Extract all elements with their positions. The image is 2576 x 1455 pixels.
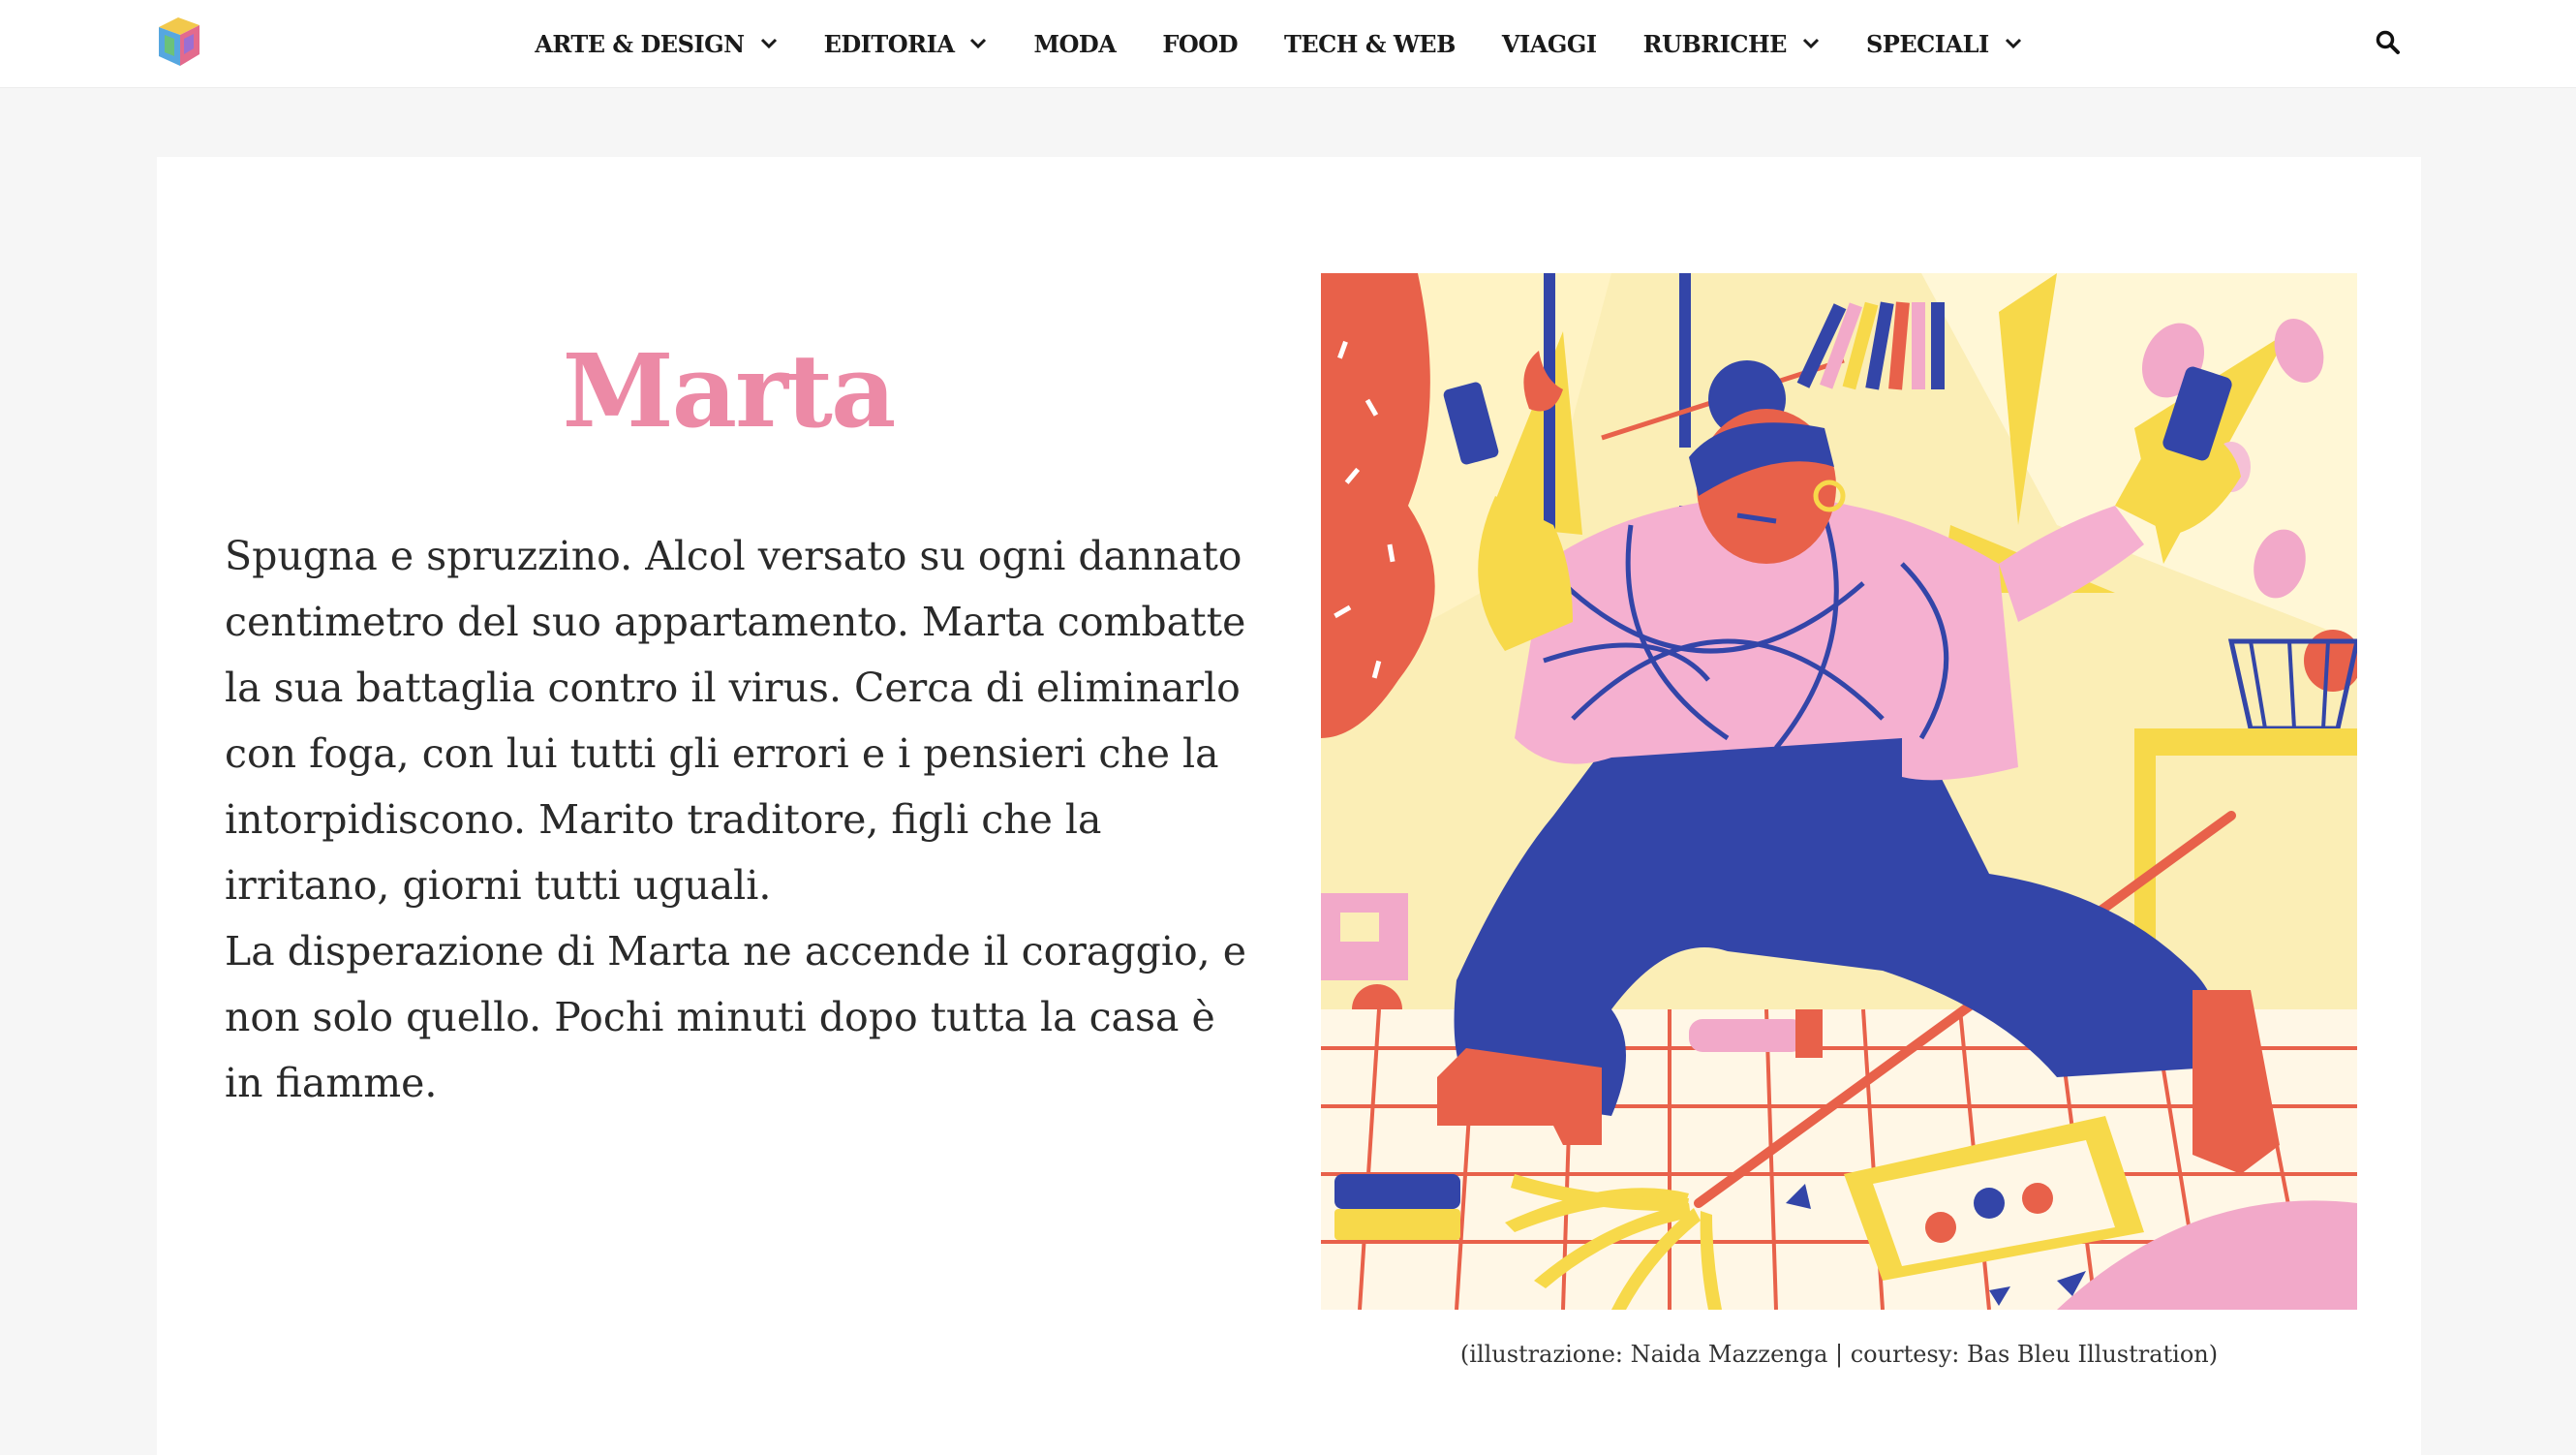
chevron-down-icon [1802,38,1820,49]
nav-label: MODA [1033,29,1117,58]
nav-label: EDITORIA [823,29,955,58]
nav-item-tech-web[interactable]: TECH & WEB [1284,30,1456,58]
story-title: Marta [562,331,897,450]
top-navigation-bar: ARTE & DESIGN EDITORIA MODA FOOD TECH & … [0,0,2576,87]
story-paragraph: La disperazione di Marta ne accende il c… [225,928,1246,1106]
nav-label: SPECIALI [1865,29,1989,58]
chevron-down-icon [760,38,777,49]
nav-label: ARTE & DESIGN [535,29,745,58]
nav-item-editoria[interactable]: EDITORIA [824,30,988,58]
nav-item-moda[interactable]: MODA [1033,30,1116,58]
nav-label: TECH & WEB [1284,29,1456,58]
nav-item-arte-design[interactable]: ARTE & DESIGN [535,30,777,58]
chevron-down-icon [2005,38,2021,49]
illustration-caption: (illustrazione: Naida Mazzenga | courtes… [1459,1341,2219,1368]
nav-item-speciali[interactable]: SPECIALI [1866,30,2022,58]
nav-item-viaggi[interactable]: VIAGGI [1502,30,1597,58]
chevron-down-icon [970,38,987,49]
nav-item-food[interactable]: FOOD [1162,30,1238,58]
nav-label: FOOD [1162,29,1239,58]
nav-item-rubriche[interactable]: RUBRICHE [1643,30,1820,58]
main-nav: ARTE & DESIGN EDITORIA MODA FOOD TECH & … [0,0,2566,87]
search-icon[interactable] [2375,29,2402,56]
story-card: Marta Spugna e spruzzino. Alcol versato … [157,157,2421,1455]
story-body: Spugna e spruzzino. Alcol versato su ogn… [225,523,1261,1116]
story-illustration [1321,273,2357,1310]
story-paragraph: Spugna e spruzzino. Alcol versato su ogn… [225,533,1246,909]
nav-label: RUBRICHE [1642,29,1788,58]
nav-label: VIAGGI [1501,29,1597,58]
